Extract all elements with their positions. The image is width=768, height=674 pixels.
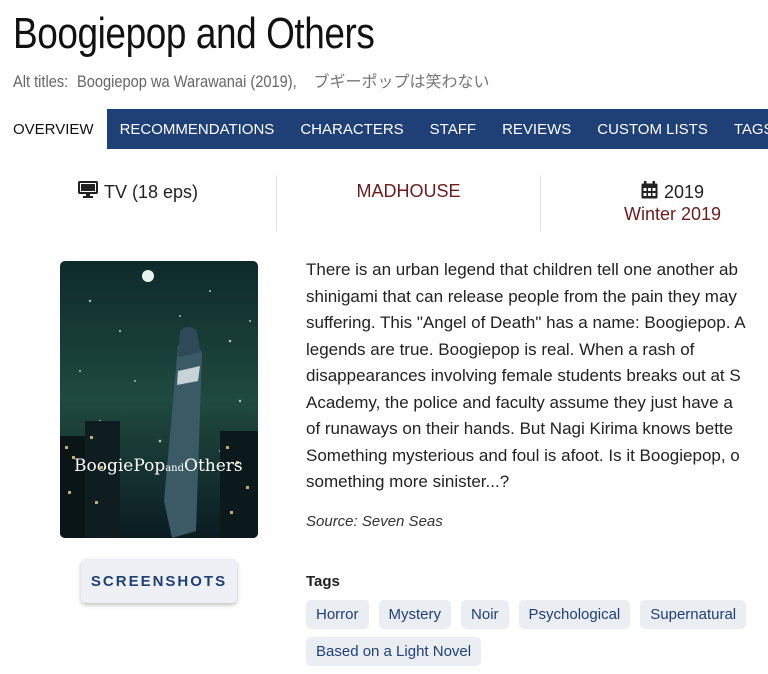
- alt-title-japanese: ブギーポップは笑わない: [313, 72, 490, 91]
- tag-horror[interactable]: Horror: [306, 600, 369, 629]
- tab-characters[interactable]: CHARACTERS: [287, 109, 416, 149]
- tag-mystery[interactable]: Mystery: [378, 600, 452, 629]
- synopsis-line: legends are true. Boogiepop is real. Whe…: [306, 339, 695, 359]
- monitor-icon: [77, 181, 98, 204]
- synopsis-line: something more sinister...?: [306, 472, 510, 491]
- studio-cell: MADHOUSE: [277, 175, 540, 231]
- synopsis-source: Source: Seven Seas: [306, 513, 443, 530]
- tag-based-on-light-novel[interactable]: Based on a Light Novel: [306, 637, 482, 666]
- tab-custom-lists[interactable]: CUSTOM LISTS: [584, 109, 721, 149]
- poster-title-text: BoogiePopandOthers: [74, 456, 243, 476]
- tag-supernatural[interactable]: Supernatural: [640, 600, 747, 629]
- date-cell: 2019 Winter 2019: [541, 175, 768, 231]
- page-title: Boogiepop and Others: [13, 9, 375, 58]
- tab-overview[interactable]: OVERVIEW: [0, 109, 107, 149]
- screenshots-button[interactable]: SCREENSHOTS: [81, 559, 237, 603]
- tab-reviews[interactable]: REVIEWS: [489, 109, 584, 149]
- tab-staff[interactable]: STAFF: [417, 109, 489, 149]
- alt-title-romaji: Boogiepop wa Warawanai (2019),: [76, 72, 297, 91]
- year-text: 2019: [663, 182, 705, 202]
- info-bar: TV (18 eps) MADHOUSE 2019 Winter 2019: [0, 175, 768, 231]
- format-text: TV (18 eps): [103, 182, 199, 202]
- synopsis-line: disappearances involving female students…: [306, 366, 741, 385]
- tags-heading: Tags: [306, 573, 340, 590]
- format-cell: TV (18 eps): [0, 175, 276, 231]
- tab-tags[interactable]: TAGS: [721, 109, 768, 149]
- tag-noir[interactable]: Noir: [461, 600, 509, 629]
- poster-image[interactable]: BoogiePopandOthers: [60, 261, 258, 538]
- tag-list: Horror Mystery Noir Psychological Supern…: [306, 600, 768, 666]
- synopsis-line: Something mysterious and foul is afoot. …: [306, 445, 740, 465]
- tag-psychological[interactable]: Psychological: [518, 600, 631, 629]
- alt-titles: Alt titles: Boogiepop wa Warawanai (2019…: [13, 68, 490, 92]
- synopsis-line: of runaways on their hands. But Nagi Kir…: [306, 419, 734, 438]
- studio-link[interactable]: MADHOUSE: [356, 181, 460, 202]
- nav-tabs: OVERVIEW RECOMMENDATIONS CHARACTERS STAF…: [0, 109, 768, 149]
- synopsis-line: suffering. This "Angel of Death" has a n…: [306, 313, 746, 332]
- season-link[interactable]: Winter 2019: [624, 204, 721, 225]
- synopsis: There is an urban legend that children t…: [306, 257, 768, 496]
- calendar-icon: [641, 181, 658, 204]
- alt-titles-label: Alt titles:: [13, 72, 69, 91]
- synopsis-line: There is an urban legend that children t…: [306, 260, 738, 279]
- synopsis-line: shinigami that can release people from t…: [306, 286, 737, 306]
- synopsis-line: Academy, the police and faculty assume t…: [306, 392, 733, 412]
- tab-recommendations[interactable]: RECOMMENDATIONS: [107, 109, 288, 149]
